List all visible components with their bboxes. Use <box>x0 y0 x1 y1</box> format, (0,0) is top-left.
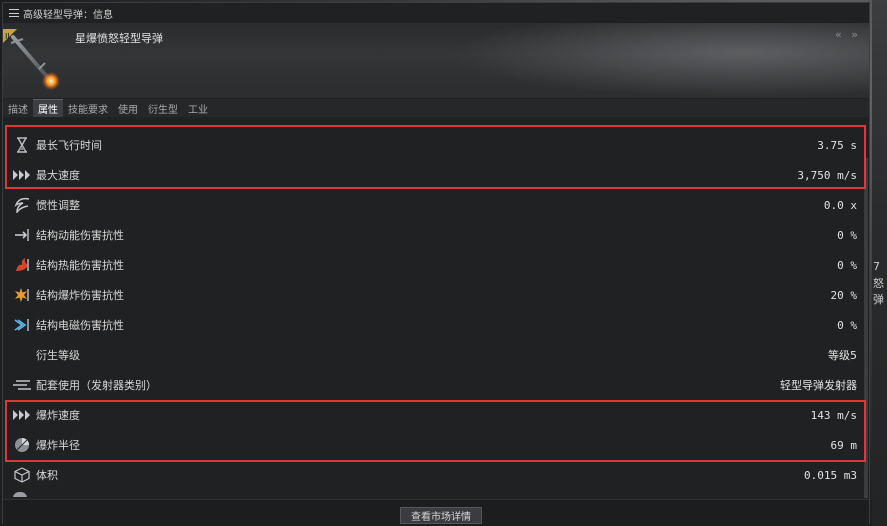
attribute-row[interactable]: 惯性调整 0.0 x <box>5 190 861 220</box>
thermal-resist-icon <box>11 256 33 274</box>
em-resist-icon <box>11 316 33 334</box>
attribute-label: 爆炸速度 <box>36 409 80 422</box>
window-titlebar[interactable]: 高级轻型导弹：信息 <box>3 3 869 23</box>
attribute-label: 衍生等级 <box>36 349 80 362</box>
window-footer: 查看市场详情 <box>3 499 869 526</box>
partial-text: 7 <box>873 260 880 273</box>
attribute-value: 3.75 s <box>817 138 857 152</box>
tab-description[interactable]: 描述 <box>3 99 33 117</box>
info-window: 高级轻型导弹：信息 II 星爆愤怒轻型导弹 « » 描述 属性 技能要求 使用 … <box>2 2 870 526</box>
tab-skill-requirements[interactable]: 技能要求 <box>63 99 113 117</box>
tab-usage[interactable]: 使用 <box>113 99 143 117</box>
background-window-edge: 7 怒 弹 <box>872 0 887 526</box>
collapse-chevrons-icon[interactable]: « » <box>835 28 861 41</box>
svg-text:II: II <box>5 32 10 41</box>
hourglass-icon <box>11 136 33 154</box>
attribute-label: 结构电磁伤害抗性 <box>36 319 124 332</box>
attribute-list: 最长飞行时间 3.75 s 最大速度 3,750 m/s 惯性调整 0.0 x … <box>5 125 861 497</box>
inertia-icon <box>11 196 33 214</box>
attribute-label: 爆炸半径 <box>36 439 80 452</box>
menu-icon[interactable] <box>9 9 19 17</box>
tab-variations[interactable]: 衍生型 <box>143 99 183 117</box>
attribute-label: 配套使用（发射器类别） <box>36 379 157 392</box>
tab-bar: 描述 属性 技能要求 使用 衍生型 工业 <box>3 99 869 117</box>
partial-row-icon <box>13 492 27 497</box>
velocity-icon <box>11 166 33 184</box>
window-title: 高级轻型导弹：信息 <box>23 9 113 21</box>
attribute-label: 结构爆炸伤害抗性 <box>36 289 124 302</box>
tab-industry[interactable]: 工业 <box>183 99 213 117</box>
partial-text: 怒 <box>873 277 884 290</box>
attribute-value: 3,750 m/s <box>797 168 857 182</box>
attribute-row[interactable]: 爆炸半径 69 m <box>5 430 861 460</box>
attribute-label: 体积 <box>36 469 58 482</box>
kinetic-resist-icon <box>11 226 33 244</box>
attribute-row[interactable]: 爆炸速度 143 m/s <box>5 400 861 430</box>
attribute-label: 结构热能伤害抗性 <box>36 259 124 272</box>
volume-icon <box>11 466 33 484</box>
attribute-value: 20 % <box>830 288 858 302</box>
scrollbar[interactable] <box>864 158 868 498</box>
attribute-row[interactable]: 配套使用（发射器类别） 轻型导弹发射器 <box>5 370 861 400</box>
attribute-row[interactable]: 结构动能伤害抗性 0 % <box>5 220 861 250</box>
item-name: 星爆愤怒轻型导弹 <box>75 32 163 45</box>
attribute-value: 0.0 x <box>823 198 857 212</box>
explosive-resist-icon <box>11 286 33 304</box>
view-market-details-button[interactable]: 查看市场详情 <box>400 507 482 524</box>
tab-attributes[interactable]: 属性 <box>33 99 63 117</box>
attribute-label: 结构动能伤害抗性 <box>36 229 124 242</box>
attribute-row[interactable]: 结构爆炸伤害抗性 20 % <box>5 280 861 310</box>
attribute-row[interactable]: 体积 0.015 m3 <box>5 460 861 490</box>
attribute-row[interactable]: 最大速度 3,750 m/s <box>5 160 861 190</box>
attribute-value: 69 m <box>830 438 858 452</box>
attribute-row[interactable]: 衍生等级 等级5 <box>5 340 861 370</box>
attribute-row[interactable]: 结构热能伤害抗性 0 % <box>5 250 861 280</box>
attribute-row[interactable]: 结构电磁伤害抗性 0 % <box>5 310 861 340</box>
attribute-value: 0.015 m3 <box>804 468 857 482</box>
attribute-value: 0 % <box>837 318 857 332</box>
attribute-row[interactable]: 最长飞行时间 3.75 s <box>5 130 861 160</box>
attribute-label: 最长飞行时间 <box>36 139 102 152</box>
attribute-label: 惯性调整 <box>36 199 80 212</box>
explosion-velocity-icon <box>11 406 33 424</box>
attribute-label: 最大速度 <box>36 169 80 182</box>
partial-text: 弹 <box>873 293 884 306</box>
attribute-value: 轻型导弹发射器 <box>780 379 857 392</box>
missile-icon: II <box>3 29 60 90</box>
item-header: II 星爆愤怒轻型导弹 « » <box>3 23 869 98</box>
attribute-value: 0 % <box>837 258 857 272</box>
attribute-value: 143 m/s <box>810 408 857 422</box>
attribute-value: 0 % <box>837 228 857 242</box>
launcher-group-icon <box>11 376 33 394</box>
attribute-value: 等级5 <box>828 349 857 362</box>
explosion-radius-icon <box>11 436 33 454</box>
